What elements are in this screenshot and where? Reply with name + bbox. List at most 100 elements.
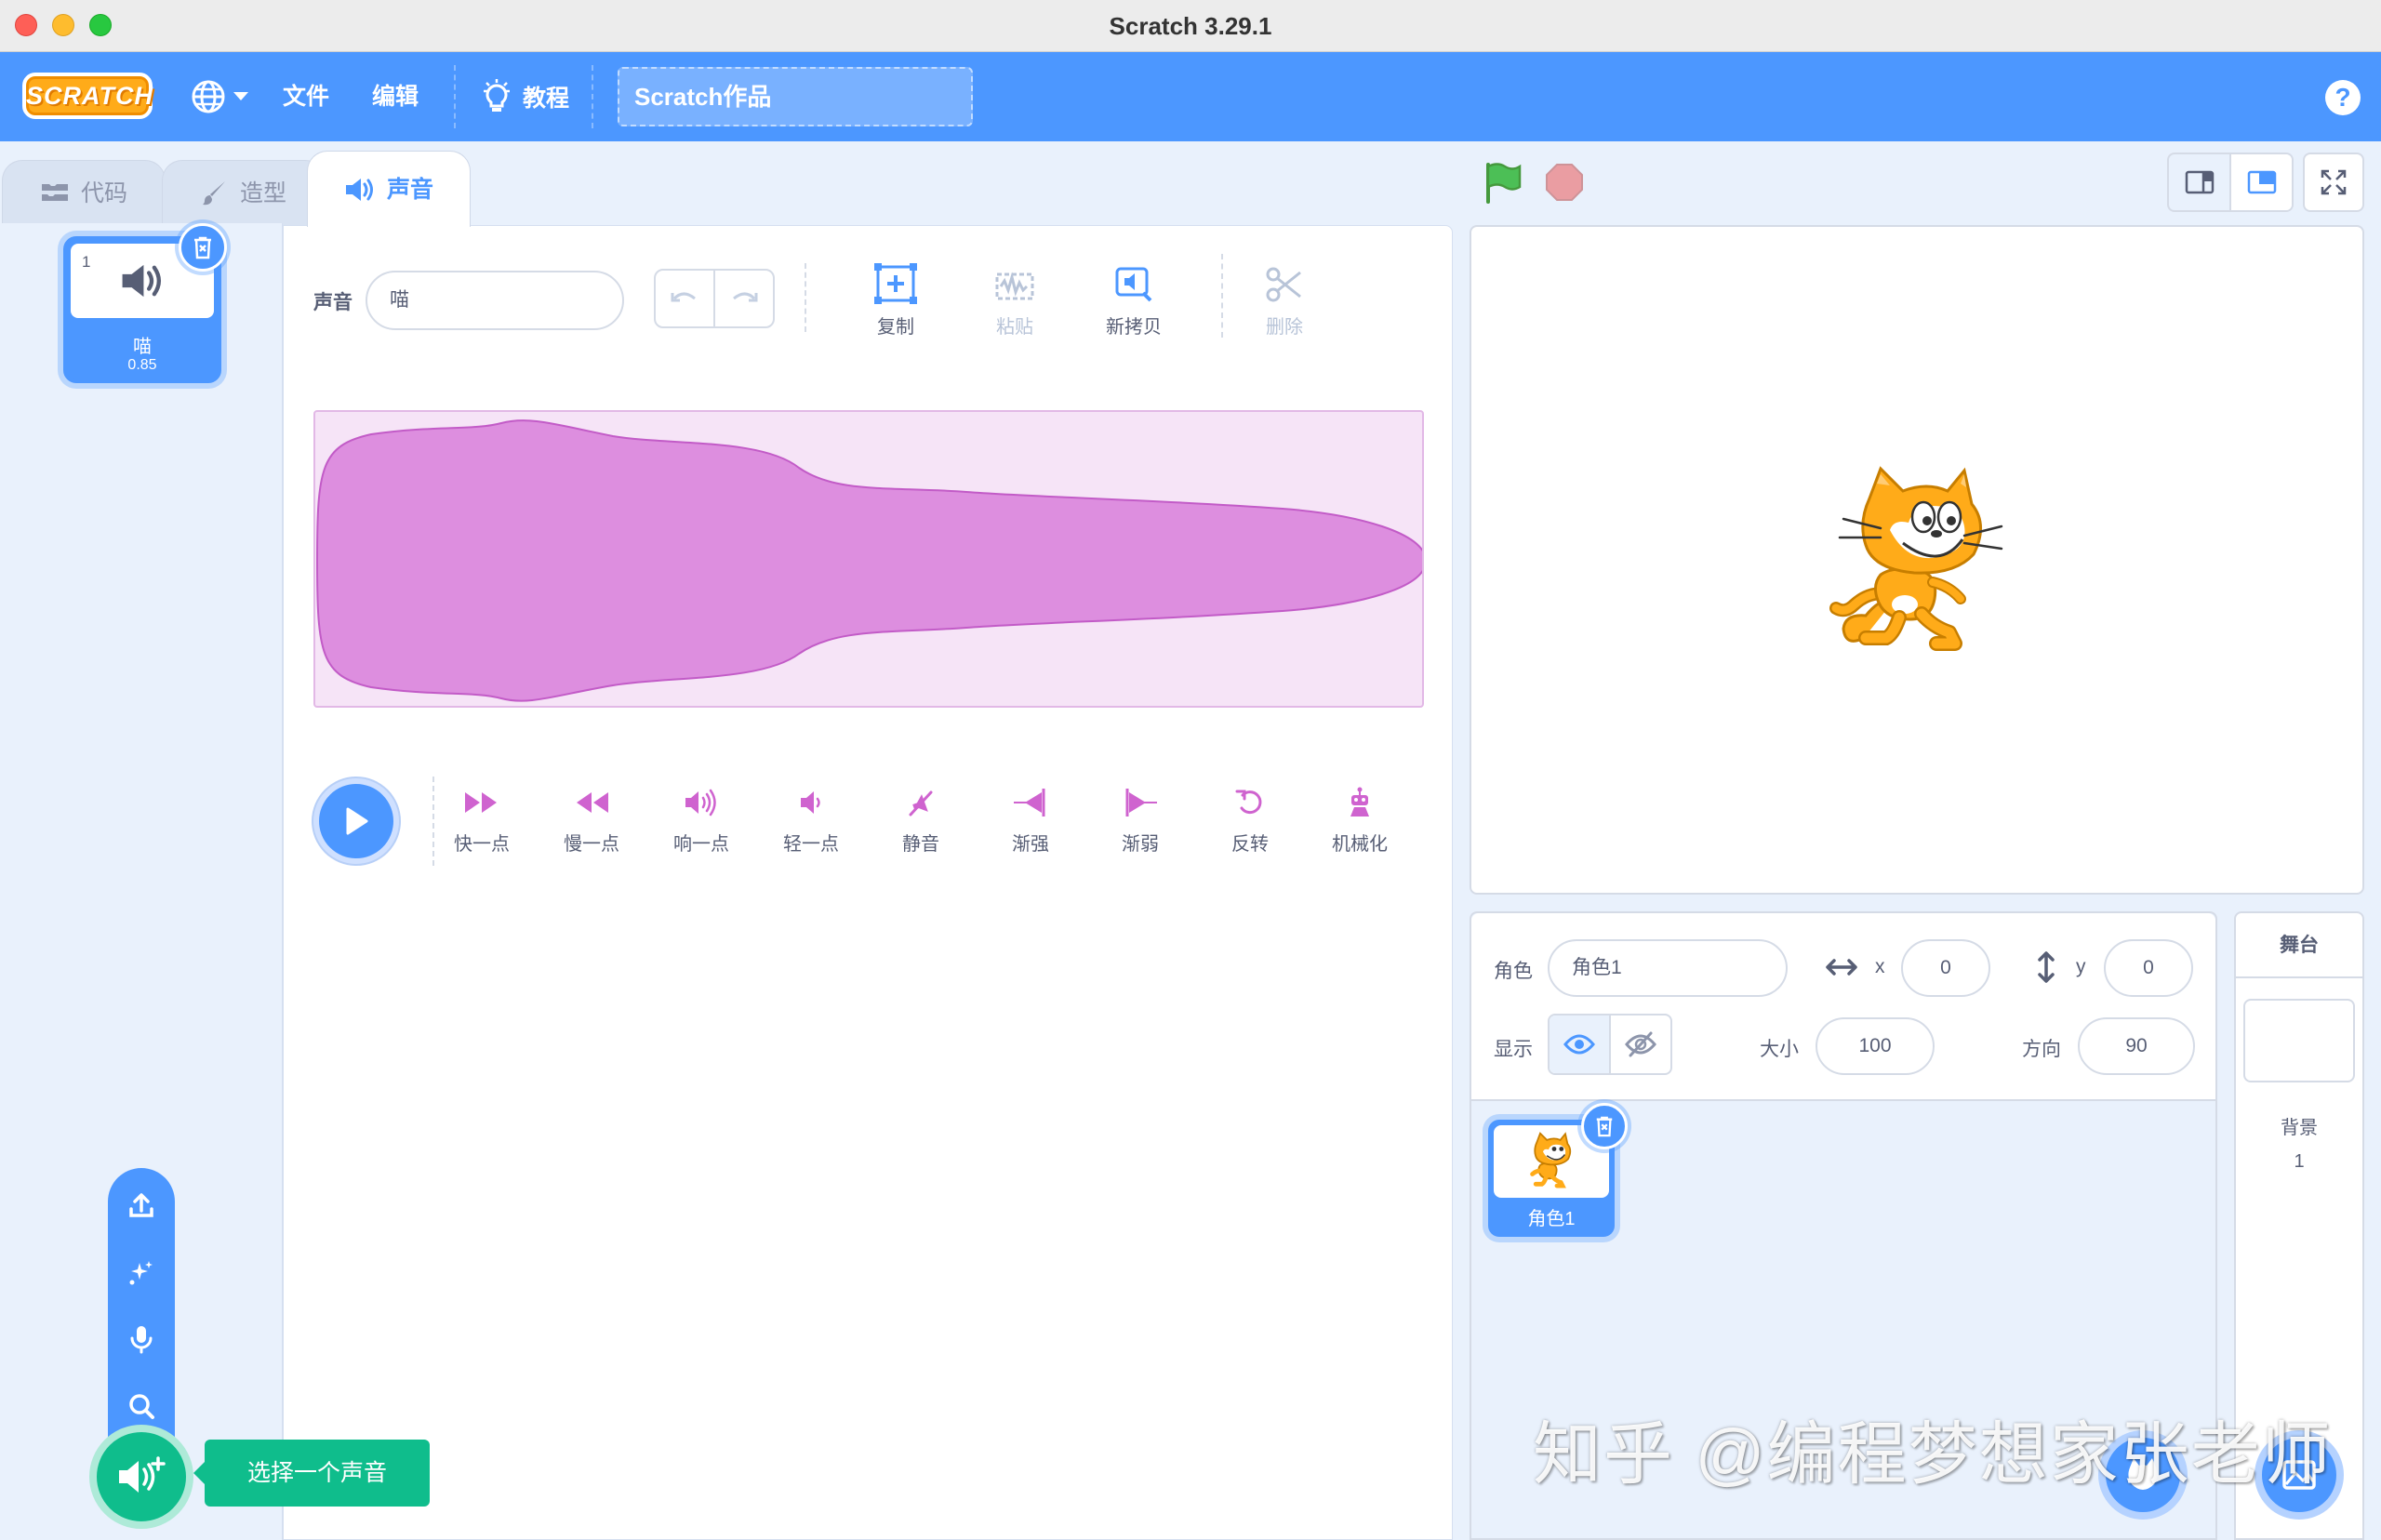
stage-canvas[interactable] (1470, 225, 2364, 895)
upload-icon (129, 1193, 153, 1217)
backdrops-label: 背景 (2281, 1118, 2318, 1138)
delete-sound-button[interactable] (179, 223, 227, 272)
size-label: 大小 (1760, 1039, 1799, 1060)
backdrop-count: 1 (2294, 1151, 2305, 1172)
sprite-cat[interactable] (1825, 465, 2011, 660)
paste-label: 粘贴 (996, 317, 1033, 338)
scratch-logo[interactable]: SCRATCH (22, 73, 153, 119)
green-flag-button[interactable] (1479, 158, 1527, 206)
effect-softer-button[interactable]: 轻一点 (760, 784, 862, 856)
choose-sound-button[interactable] (89, 1425, 193, 1529)
horizontal-arrows-icon (1826, 959, 1857, 976)
show-label: 显示 (1494, 1039, 1533, 1060)
direction-input[interactable]: 90 (2078, 1017, 2195, 1075)
copy-label: 复制 (877, 317, 914, 338)
effect-fade-out-label: 渐弱 (1122, 834, 1159, 855)
small-stage-icon (2185, 170, 2214, 194)
surprise-sound-button[interactable] (108, 1239, 175, 1306)
edit-menu[interactable]: 编辑 (372, 52, 419, 141)
speaker-icon (345, 178, 373, 201)
waveform-shape (315, 419, 1422, 702)
effect-robot-label: 机械化 (1332, 834, 1388, 855)
speaker-icon (122, 264, 161, 298)
effect-robot-button[interactable]: 机械化 (1309, 784, 1411, 856)
tab-costumes-label: 造型 (239, 179, 286, 206)
y-input[interactable]: 0 (2104, 939, 2193, 997)
toolbar-divider (805, 263, 806, 332)
reverse-icon (1235, 790, 1262, 815)
sound-name-input[interactable]: 喵 (366, 271, 624, 330)
redo-icon (733, 292, 758, 302)
tutorials-menu[interactable]: 教程 (480, 52, 569, 141)
copy-button[interactable]: 复制 (849, 259, 942, 339)
help-icon[interactable]: ? (2325, 80, 2361, 115)
caret-down-icon (233, 92, 248, 100)
tab-code[interactable]: 代码 (2, 160, 166, 225)
redo-button[interactable] (713, 271, 773, 326)
effect-louder-button[interactable]: 响一点 (650, 784, 752, 856)
small-stage-button[interactable] (2169, 154, 2229, 210)
paste-button[interactable]: 粘贴 (968, 259, 1061, 339)
fade-out-icon (1125, 789, 1157, 816)
upload-sound-button[interactable] (108, 1172, 175, 1239)
tutorials-label: 教程 (523, 86, 570, 112)
effect-fade-out-button[interactable]: 渐弱 (1089, 784, 1191, 856)
sound-index: 1 (82, 253, 91, 271)
sound-waveform[interactable] (313, 410, 1424, 708)
effect-reverse-label: 反转 (1231, 834, 1269, 855)
effect-mute-button[interactable]: 静音 (870, 784, 972, 856)
effect-fade-in-button[interactable]: 渐强 (979, 784, 1082, 856)
undo-icon (671, 292, 696, 302)
sprite-name-label: 角色 (1494, 961, 1533, 982)
green-flag-icon (1486, 163, 1522, 204)
mute-icon (909, 790, 933, 816)
sprite-name-input[interactable]: 角色1 (1548, 939, 1788, 997)
effect-reverse-button[interactable]: 反转 (1199, 784, 1301, 856)
fast-forward-icon (465, 792, 497, 813)
robot-icon (1350, 787, 1369, 816)
menu-divider (454, 65, 456, 128)
file-menu[interactable]: 文件 (283, 52, 329, 141)
effect-louder-label: 响一点 (673, 834, 729, 855)
y-label: y (2076, 956, 2086, 977)
delete-selection-button[interactable]: 删除 (1238, 259, 1331, 339)
stage-selector-title: 舞台 (2236, 913, 2362, 978)
fade-in-icon (1014, 789, 1045, 816)
hide-sprite-button[interactable] (1609, 1016, 1670, 1073)
record-sound-button[interactable] (108, 1306, 175, 1373)
size-input[interactable]: 100 (1816, 1017, 1935, 1075)
stage-thumbnail[interactable] (2243, 999, 2355, 1082)
menu-divider (592, 65, 593, 128)
effect-faster-button[interactable]: 快一点 (431, 784, 533, 856)
sound-name: 喵 (133, 337, 152, 357)
tab-sounds[interactable]: 声音 (307, 151, 471, 227)
copy-to-new-button[interactable]: 新拷贝 (1087, 259, 1180, 339)
fullscreen-button[interactable] (2303, 153, 2364, 212)
menu-bar: SCRATCH 文件 编辑 教程 Scratch作品 ? (0, 52, 2381, 141)
sprite-tile-name: 角色1 (1527, 1209, 1576, 1229)
copy-to-new-label: 新拷贝 (1106, 317, 1162, 338)
delete-sprite-button[interactable] (1581, 1103, 1628, 1149)
toolbar-divider (1221, 254, 1223, 338)
language-menu[interactable] (190, 78, 255, 115)
tab-sounds-label: 声音 (386, 176, 433, 203)
show-sprite-button[interactable] (1550, 1016, 1609, 1073)
vertical-arrows-icon (2038, 951, 2055, 983)
large-stage-button[interactable] (2229, 154, 2292, 210)
x-input[interactable]: 0 (1901, 939, 1990, 997)
paste-icon (995, 272, 1034, 300)
play-sound-button[interactable] (313, 778, 399, 864)
stop-button[interactable] (1540, 158, 1589, 206)
code-blocks-icon (41, 183, 68, 201)
sound-name-label: 声音 (313, 292, 352, 313)
project-title-input[interactable]: Scratch作品 (618, 67, 973, 126)
tab-costumes[interactable]: 造型 (162, 160, 326, 225)
sparkle-icon (129, 1261, 153, 1285)
direction-label: 方向 (2022, 1039, 2061, 1060)
stop-icon (1546, 164, 1583, 201)
effect-slower-button[interactable]: 慢一点 (540, 784, 643, 856)
undo-button[interactable] (656, 271, 713, 326)
search-icon (129, 1394, 154, 1419)
effect-slower-label: 慢一点 (564, 834, 619, 855)
effect-mute-label: 静音 (902, 834, 939, 855)
